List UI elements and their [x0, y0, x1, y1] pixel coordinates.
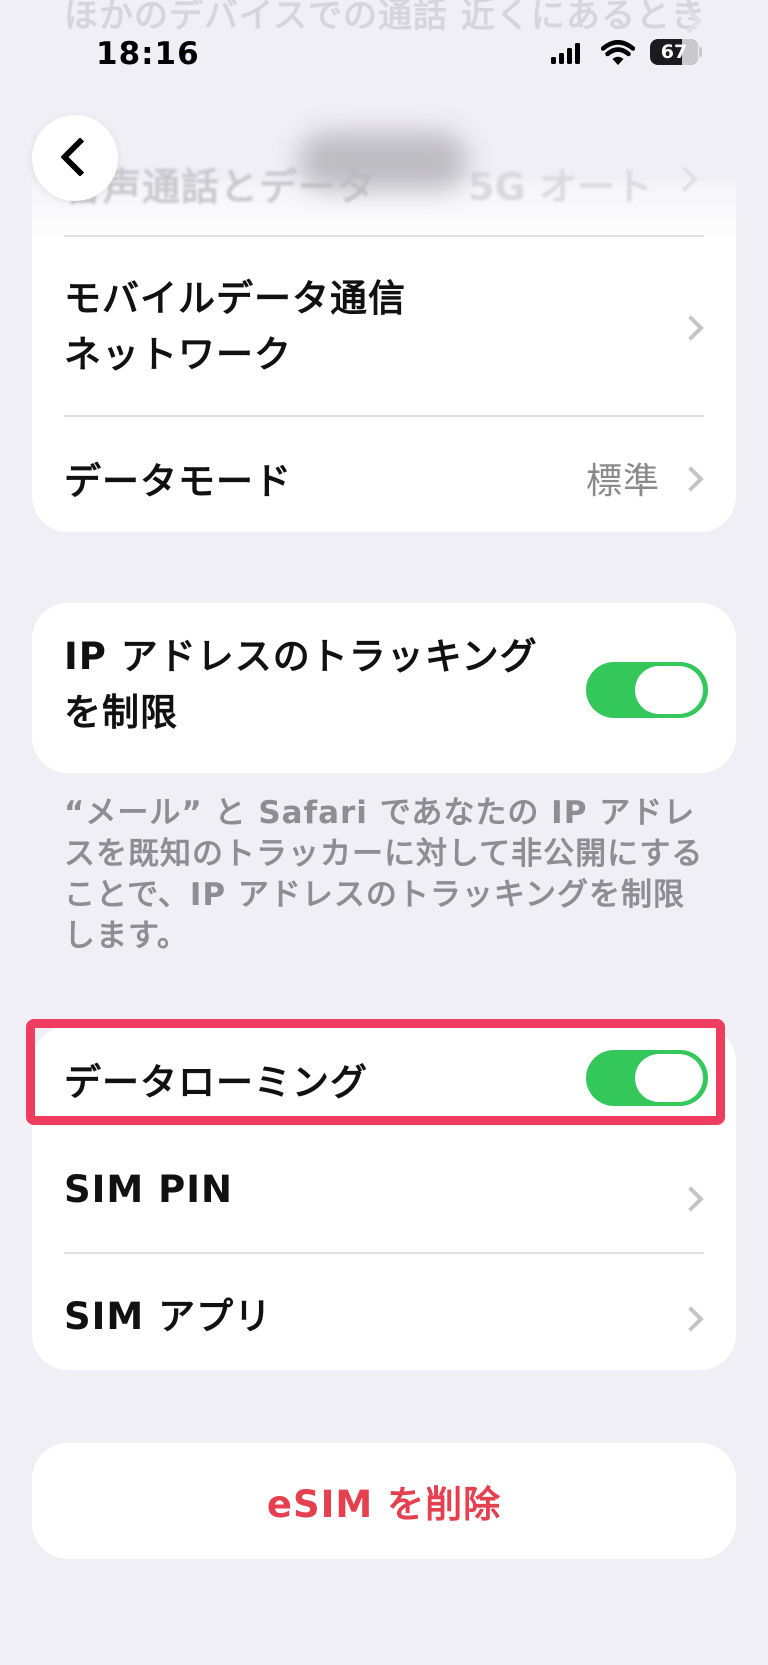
- back-button[interactable]: [32, 115, 118, 201]
- ip-tracking-card: IP アドレスのトラッキング を制限: [32, 603, 736, 773]
- chevron-right-icon: [678, 315, 704, 341]
- data-mode-row[interactable]: データモード 標準: [32, 417, 736, 532]
- limit-ip-tracking-label-line1: IP アドレスのトラッキング: [64, 635, 538, 678]
- limit-ip-tracking-label: IP アドレスのトラッキング を制限: [64, 629, 538, 741]
- wifi-icon: [601, 40, 635, 65]
- redacted-area: [298, 132, 468, 190]
- status-time: 18:16: [96, 36, 200, 72]
- data-roaming-row: データローミング: [32, 1026, 736, 1134]
- mobile-data-network-label-line2: ネットワーク: [64, 333, 292, 376]
- delete-esim-button[interactable]: eSIM を削除: [32, 1443, 736, 1559]
- data-mode-value: 標準: [585, 461, 660, 502]
- sim-pin-label: SIM PIN: [64, 1168, 233, 1211]
- sim-pin-row[interactable]: SIM PIN: [32, 1134, 736, 1252]
- sim-settings-card: データローミング SIM PIN SIM アプリ: [32, 1026, 736, 1370]
- sim-apps-row[interactable]: SIM アプリ: [32, 1254, 736, 1370]
- navigation-bar: 音声通話とデータ 5G オート: [0, 110, 768, 230]
- chevron-right-icon: [678, 1186, 704, 1212]
- battery-icon: 67: [650, 39, 698, 65]
- limit-ip-tracking-label-line2: を制限: [64, 691, 178, 734]
- cellular-signal-icon: [551, 42, 583, 64]
- battery-percent: 67: [660, 41, 688, 63]
- mobile-data-network-row[interactable]: モバイルデータ通信 ネットワーク: [32, 237, 736, 415]
- ip-tracking-footnote: “メール” と Safari であなたの IP アドレスを既知のトラッカーに対し…: [64, 795, 704, 954]
- blurred-row-value: 5G オート: [468, 165, 653, 209]
- sim-apps-label: SIM アプリ: [64, 1295, 273, 1338]
- data-roaming-label: データローミング: [64, 1061, 368, 1104]
- cellular-settings-card: モバイルデータ通信 ネットワーク データモード 標準: [32, 180, 736, 532]
- chevron-left-icon: [60, 137, 100, 177]
- limit-ip-tracking-toggle[interactable]: [586, 662, 708, 718]
- battery-cap: [699, 47, 702, 57]
- mobile-data-network-label: モバイルデータ通信 ネットワーク: [64, 271, 406, 383]
- chevron-right-icon: [678, 1306, 704, 1332]
- toggle-knob: [635, 666, 703, 714]
- data-mode-label: データモード: [64, 460, 292, 503]
- delete-esim-label: eSIM を削除: [266, 1483, 502, 1526]
- toggle-knob: [635, 1054, 703, 1102]
- chevron-right-icon: [672, 166, 698, 192]
- data-roaming-toggle[interactable]: [586, 1050, 708, 1106]
- chevron-right-icon: [678, 466, 704, 492]
- status-bar: 18:16 67: [0, 30, 768, 82]
- mobile-data-network-label-line1: モバイルデータ通信: [64, 277, 406, 320]
